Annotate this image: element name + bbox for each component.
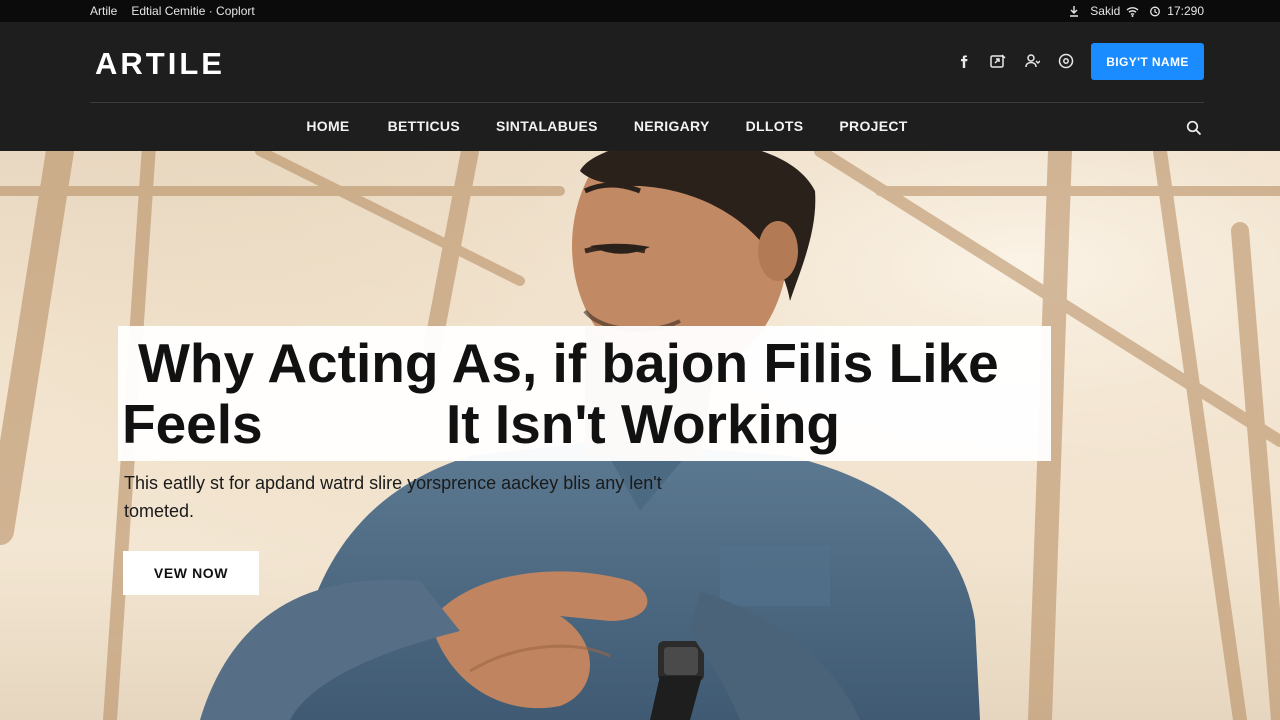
view-now-button[interactable]: VEW NOW [123,551,259,595]
nav-item-dllots[interactable]: DLLOTS [746,118,804,134]
nav-item-sintalabues[interactable]: SINTALABUES [496,118,598,134]
hero-subtitle: This eatlly st for apdand watrd slire yo… [124,473,662,521]
header-divider [90,102,1204,103]
hero-headline: Why Acting As, if bajon Filis Like Feels… [122,333,1052,455]
topbar-status: Sakid 17:290 [1068,4,1204,18]
top-utility-bar: Artile Edtial Cemitie · Coplort Sakid 17… [0,0,1280,22]
topbar-link-secondary[interactable]: Edtial Cemitie · Coplort [131,4,254,18]
page: Artile Edtial Cemitie · Coplort Sakid 17… [0,0,1280,720]
wifi-icon [1126,6,1139,17]
status-text: Sakid [1090,4,1139,18]
clock: 17:290 [1149,4,1204,18]
users-icon[interactable] [1022,51,1042,71]
alarm-icon [1149,5,1161,17]
settings-icon[interactable] [1056,51,1076,71]
download-icon[interactable] [1068,5,1080,17]
site-header: ARTILE BIGY'T NAME HOME BETTICUS SINTALA… [0,22,1280,151]
nav-item-home[interactable]: HOME [306,118,349,134]
status-label: Sakid [1090,4,1121,18]
headline-line-2: Feels It Isn't Working [122,393,841,455]
headline-line-1: Why Acting As, if bajon Filis Like [138,332,999,394]
cta-button[interactable]: BIGY'T NAME [1091,43,1204,80]
nav-item-betticus[interactable]: BETTICUS [388,118,460,134]
topbar-links: Artile Edtial Cemitie · Coplort [90,4,255,18]
share-icon[interactable] [988,51,1008,71]
hero-section: Why Acting As, if bajon Filis Like Feels… [0,151,1280,720]
nav-item-project[interactable]: PROJECT [839,118,907,134]
facebook-icon[interactable] [954,51,974,71]
main-nav: HOME BETTICUS SINTALABUES NERIGARY DLLOT… [0,118,1280,134]
topbar-link-artile[interactable]: Artile [90,4,117,18]
time-label: 17:290 [1167,4,1204,18]
search-icon[interactable] [1184,118,1204,138]
nav-item-nerigary[interactable]: NERIGARY [634,118,710,134]
site-logo[interactable]: ARTILE [95,46,225,82]
social-links [954,51,1076,71]
